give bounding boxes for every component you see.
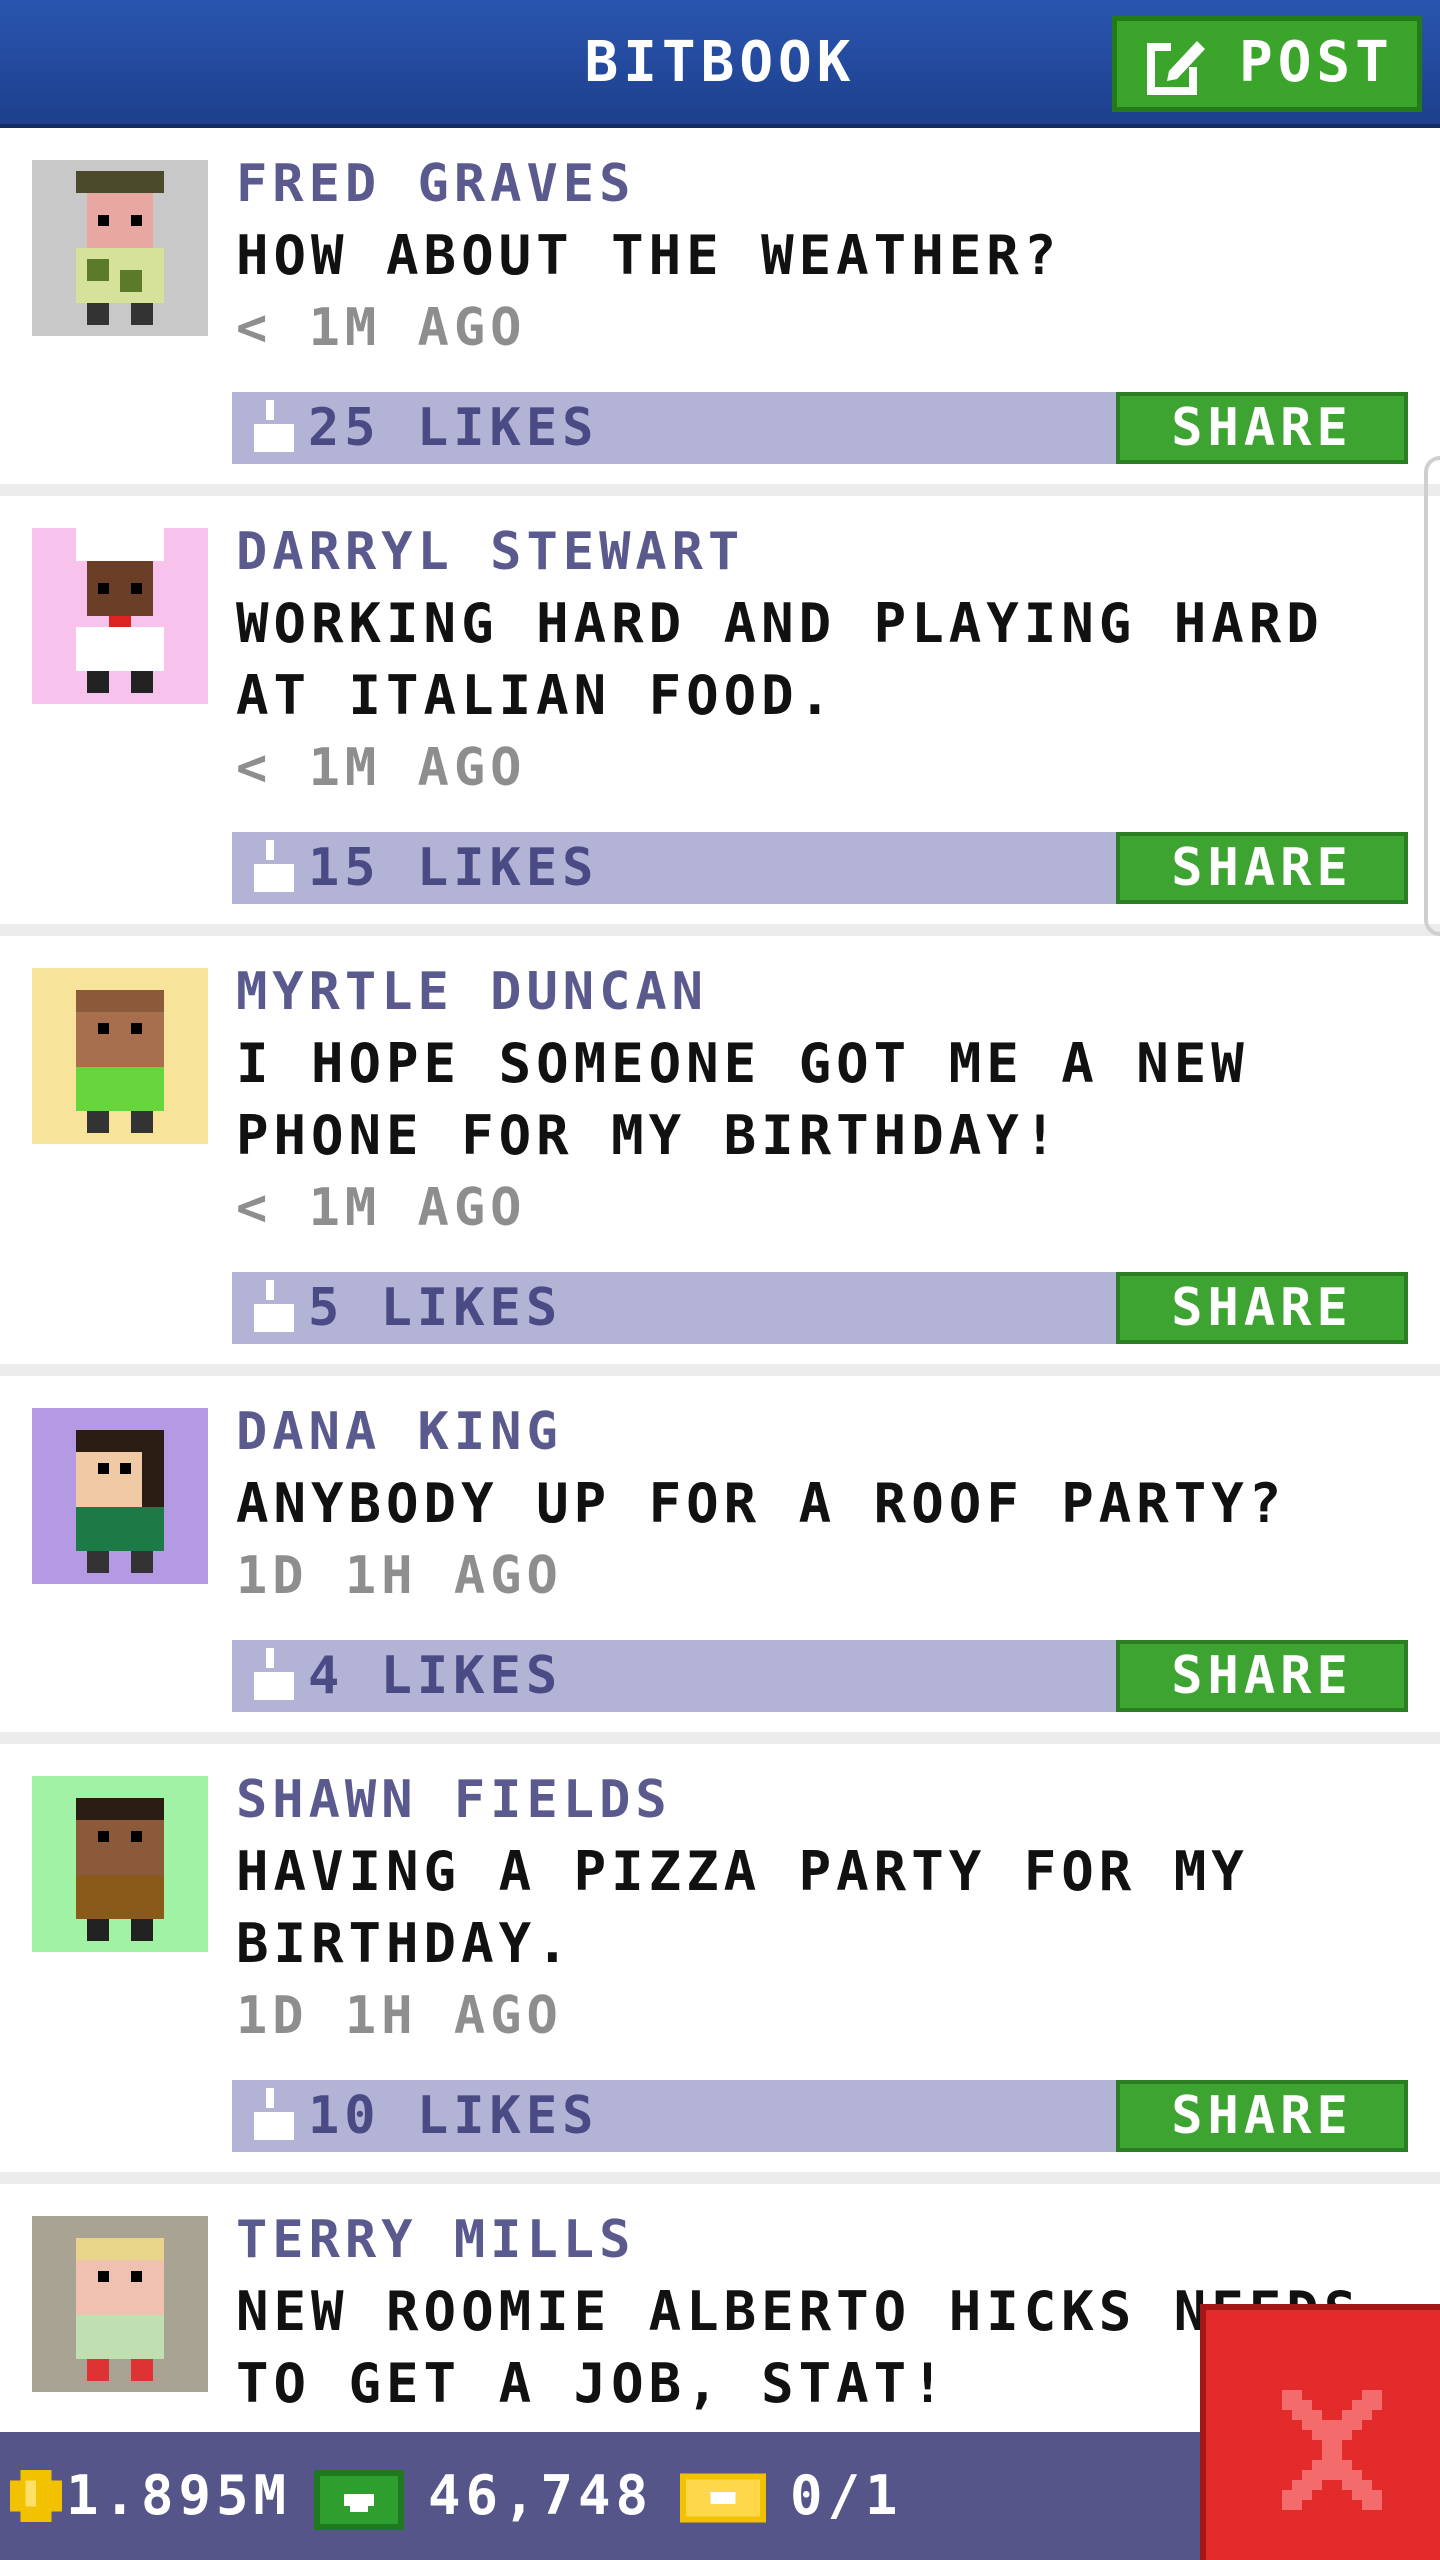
post-author: TERRY MILLS <box>236 2210 636 2270</box>
post-message: HOW ABOUT THE WEATHER? <box>236 224 1062 287</box>
like-bar: 4 LIKES SHARE <box>232 1640 1408 1712</box>
post-time: < 1M AGO <box>236 738 527 798</box>
man-brown-shirt-avatar[interactable] <box>32 1776 208 1952</box>
feed-post: SHAWN FIELDS HAVING A PIZZA PARTY FOR MY… <box>0 1744 1440 2184</box>
coins-count: 1.895M <box>66 2464 292 2527</box>
like-count: 25 LIKES <box>308 398 599 458</box>
header-bar: BITBOOK POST <box>0 0 1440 128</box>
like-count: 10 LIKES <box>308 2086 599 2146</box>
like-bar: 5 LIKES SHARE <box>232 1272 1408 1344</box>
chef-avatar[interactable] <box>32 528 208 704</box>
post-message: WORKING HARD AND PLAYING HARD AT ITALIAN… <box>236 592 1324 727</box>
bux-ticket-icon <box>680 2473 766 2523</box>
blond-man-avatar[interactable] <box>32 2216 208 2392</box>
compose-icon <box>1147 37 1209 95</box>
close-button[interactable] <box>1200 2304 1440 2560</box>
share-button[interactable]: SHARE <box>1116 392 1408 464</box>
post-message: HAVING A PIZZA PARTY FOR MY BIRTHDAY. <box>236 1840 1249 1975</box>
post-time: < 1M AGO <box>236 298 527 358</box>
scroll-indicator <box>1424 456 1440 936</box>
post-time: 1D 1H AGO <box>236 1546 563 1606</box>
post-button[interactable]: POST <box>1112 16 1422 112</box>
bux-count: 0/1 <box>790 2464 903 2527</box>
thumbs-up-icon <box>254 840 294 892</box>
woman-green-shirt-avatar[interactable] <box>32 968 208 1144</box>
feed-post: MYRTLE DUNCAN I HOPE SOMEONE GOT ME A NE… <box>0 936 1440 1376</box>
post-time: < 1M AGO <box>236 1178 527 1238</box>
share-button[interactable]: SHARE <box>1116 832 1408 904</box>
like-bar: 25 LIKES SHARE <box>232 392 1408 464</box>
thumbs-up-icon <box>254 1648 294 1700</box>
post-author: DANA KING <box>236 1402 563 1462</box>
like-bar: 15 LIKES SHARE <box>232 832 1408 904</box>
share-button[interactable]: SHARE <box>1116 2080 1408 2152</box>
cash-icon <box>314 2470 404 2530</box>
post-message: ANYBODY UP FOR A ROOF PARTY? <box>236 1472 1287 1535</box>
post-author: MYRTLE DUNCAN <box>236 962 708 1022</box>
man-with-flat-cap-avatar[interactable] <box>32 160 208 336</box>
feed-post: DANA KING ANYBODY UP FOR A ROOF PARTY? 1… <box>0 1376 1440 1744</box>
close-icon <box>1282 2390 1382 2510</box>
coin-icon <box>10 2470 62 2522</box>
share-button[interactable]: SHARE <box>1116 1272 1408 1344</box>
like-count: 5 LIKES <box>308 1278 563 1338</box>
post-author: FRED GRAVES <box>236 154 636 214</box>
share-button[interactable]: SHARE <box>1116 1640 1408 1712</box>
post-button-label: POST <box>1239 30 1394 95</box>
woman-dark-hair-avatar[interactable] <box>32 1408 208 1584</box>
news-feed[interactable]: FRED GRAVES HOW ABOUT THE WEATHER? < 1M … <box>0 128 1440 2428</box>
like-bar: 10 LIKES SHARE <box>232 2080 1408 2152</box>
post-author: SHAWN FIELDS <box>236 1770 672 1830</box>
thumbs-up-icon <box>254 1280 294 1332</box>
thumbs-up-icon <box>254 2088 294 2140</box>
post-time: 1D 1H AGO <box>236 1986 563 2046</box>
thumbs-up-icon <box>254 400 294 452</box>
like-count: 15 LIKES <box>308 838 599 898</box>
cash-count: 46,748 <box>428 2464 654 2527</box>
feed-post: FRED GRAVES HOW ABOUT THE WEATHER? < 1M … <box>0 128 1440 496</box>
post-message: I HOPE SOMEONE GOT ME A NEW PHONE FOR MY… <box>236 1032 1249 1167</box>
feed-post: DARRYL STEWART WORKING HARD AND PLAYING … <box>0 496 1440 936</box>
like-count: 4 LIKES <box>308 1646 563 1706</box>
post-author: DARRYL STEWART <box>236 522 745 582</box>
